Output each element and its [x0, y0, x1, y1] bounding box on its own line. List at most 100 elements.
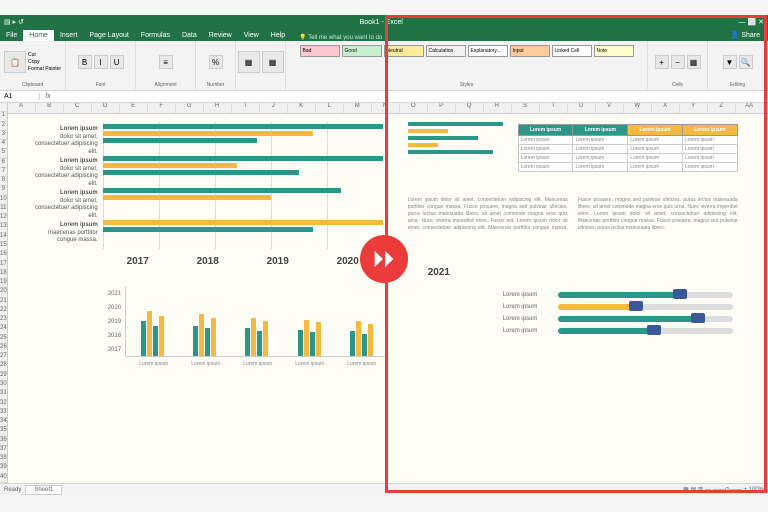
- quick-access[interactable]: ▤ ▸ ↺: [4, 18, 24, 26]
- col-header[interactable]: Z: [708, 103, 736, 113]
- row-header[interactable]: 36: [0, 437, 7, 446]
- slider-thumb[interactable]: [629, 301, 643, 311]
- col-header[interactable]: W: [624, 103, 652, 113]
- col-header[interactable]: O: [400, 103, 428, 113]
- row-header[interactable]: 4: [0, 140, 7, 149]
- row-header[interactable]: 1: [0, 112, 7, 121]
- row-header[interactable]: 37: [0, 446, 7, 455]
- col-header[interactable]: AA: [736, 103, 764, 113]
- col-header[interactable]: I: [232, 103, 260, 113]
- col-header[interactable]: V: [596, 103, 624, 113]
- row-header[interactable]: 25: [0, 335, 7, 344]
- col-header[interactable]: M: [344, 103, 372, 113]
- tab-help[interactable]: Help: [265, 30, 291, 41]
- row-header[interactable]: 22: [0, 307, 7, 316]
- col-header[interactable]: H: [204, 103, 232, 113]
- row-header[interactable]: 12: [0, 214, 7, 223]
- format-painter-button[interactable]: Format Painter: [28, 66, 61, 72]
- row-header[interactable]: 5: [0, 149, 7, 158]
- col-header[interactable]: S: [512, 103, 540, 113]
- align-icon[interactable]: ≡: [159, 55, 173, 69]
- row-header[interactable]: 35: [0, 427, 7, 436]
- row-header[interactable]: 40: [0, 474, 7, 483]
- tab-file[interactable]: File: [0, 30, 23, 41]
- col-header[interactable]: AB: [764, 103, 768, 113]
- row-header[interactable]: 14: [0, 233, 7, 242]
- tell-me[interactable]: 💡 Tell me what you want to do: [299, 34, 382, 41]
- style-cell[interactable]: Good: [342, 45, 382, 57]
- slider-track[interactable]: [558, 328, 733, 334]
- delete-button[interactable]: −: [671, 55, 685, 69]
- row-header[interactable]: 2: [0, 122, 7, 131]
- col-header[interactable]: G: [176, 103, 204, 113]
- tab-page-layout[interactable]: Page Layout: [83, 30, 134, 41]
- copy-button[interactable]: Copy: [28, 59, 61, 65]
- tab-view[interactable]: View: [238, 30, 265, 41]
- style-cell[interactable]: Note: [594, 45, 634, 57]
- row-header[interactable]: 30: [0, 381, 7, 390]
- style-cell[interactable]: Explanatory...: [468, 45, 508, 57]
- row-header[interactable]: 21: [0, 298, 7, 307]
- style-cell[interactable]: Bad: [300, 45, 340, 57]
- italic-icon[interactable]: I: [94, 55, 108, 69]
- row-header[interactable]: 31: [0, 390, 7, 399]
- row-header[interactable]: 29: [0, 372, 7, 381]
- row-header[interactable]: 10: [0, 196, 7, 205]
- col-header[interactable]: U: [568, 103, 596, 113]
- row-header[interactable]: 11: [0, 205, 7, 214]
- row-header[interactable]: 19: [0, 279, 7, 288]
- row-header[interactable]: 20: [0, 288, 7, 297]
- slider-track[interactable]: [558, 292, 733, 298]
- row-header[interactable]: 16: [0, 251, 7, 260]
- col-header[interactable]: B: [36, 103, 64, 113]
- tab-home[interactable]: Home: [23, 30, 54, 41]
- slider-track[interactable]: [558, 304, 733, 310]
- row-header[interactable]: 34: [0, 418, 7, 427]
- style-cell[interactable]: Calculation: [426, 45, 466, 57]
- row-header[interactable]: 24: [0, 325, 7, 334]
- cut-button[interactable]: Cut: [28, 52, 61, 58]
- slider-thumb[interactable]: [691, 313, 705, 323]
- col-header[interactable]: P: [428, 103, 456, 113]
- fx-icon[interactable]: fx: [40, 93, 56, 100]
- row-header[interactable]: 9: [0, 186, 7, 195]
- conditional-formatting-button[interactable]: ▦: [238, 51, 260, 73]
- col-header[interactable]: X: [652, 103, 680, 113]
- row-header[interactable]: 6: [0, 159, 7, 168]
- font-icon[interactable]: B: [78, 55, 92, 69]
- row-header[interactable]: 7: [0, 168, 7, 177]
- tab-review[interactable]: Review: [203, 30, 238, 41]
- col-header[interactable]: N: [372, 103, 400, 113]
- slider-thumb[interactable]: [673, 289, 687, 299]
- slider-track[interactable]: [558, 316, 733, 322]
- row-header[interactable]: 26: [0, 344, 7, 353]
- col-header[interactable]: J: [260, 103, 288, 113]
- col-header[interactable]: Y: [680, 103, 708, 113]
- row-header[interactable]: 17: [0, 261, 7, 270]
- find-button[interactable]: 🔍: [739, 55, 753, 69]
- col-header[interactable]: K: [288, 103, 316, 113]
- row-header[interactable]: 13: [0, 223, 7, 232]
- name-box[interactable]: A1: [0, 93, 40, 100]
- col-header[interactable]: A: [8, 103, 36, 113]
- share-button[interactable]: 👤 Share: [723, 29, 768, 41]
- row-header[interactable]: 28: [0, 362, 7, 371]
- row-header[interactable]: 27: [0, 353, 7, 362]
- format-button[interactable]: ▦: [687, 55, 701, 69]
- style-cell[interactable]: Neutral: [384, 45, 424, 57]
- insert-button[interactable]: +: [655, 55, 669, 69]
- number-icon[interactable]: %: [209, 55, 223, 69]
- row-header[interactable]: 33: [0, 409, 7, 418]
- row-header[interactable]: 15: [0, 242, 7, 251]
- sort-filter-button[interactable]: ▼: [723, 55, 737, 69]
- col-header[interactable]: D: [92, 103, 120, 113]
- select-all[interactable]: [0, 103, 7, 112]
- col-header[interactable]: C: [64, 103, 92, 113]
- col-header[interactable]: R: [484, 103, 512, 113]
- paste-button[interactable]: 📋: [4, 51, 26, 73]
- col-header[interactable]: Q: [456, 103, 484, 113]
- col-header[interactable]: F: [148, 103, 176, 113]
- col-header[interactable]: L: [316, 103, 344, 113]
- style-cell[interactable]: Linked Cell: [552, 45, 592, 57]
- col-header[interactable]: T: [540, 103, 568, 113]
